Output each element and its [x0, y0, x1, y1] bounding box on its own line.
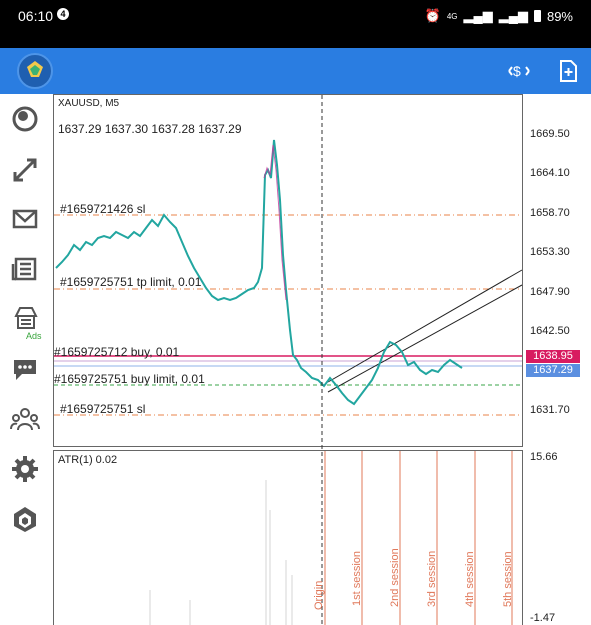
price-tick: 1631.70: [530, 404, 570, 416]
session-label-origin: Origin: [313, 580, 325, 610]
price-tick: 1653.30: [530, 246, 570, 258]
session-label-1: 1st session: [351, 550, 363, 606]
channel-upper: [327, 269, 523, 383]
bid-price-tag: 1637.29: [526, 364, 580, 377]
price-tick: 1647.90: [530, 286, 570, 298]
buy-price-tag: 1638.95: [526, 350, 580, 363]
atr-scale-top: 15.66: [530, 451, 558, 463]
price-tick: 1664.10: [530, 167, 570, 179]
order-label-sl-1[interactable]: #1659721426 sl: [60, 202, 145, 216]
ohlc-label: 1637.29 1637.30 1637.28 1637.29: [58, 122, 242, 136]
order-label-buy[interactable]: #1659725712 buy, 0.01: [54, 345, 179, 359]
session-label-2: 2nd session: [389, 548, 401, 607]
atr-label: ATR(1) 0.02: [58, 454, 118, 466]
session-label-3: 3rd session: [426, 550, 438, 607]
chart-drawing: [54, 95, 523, 625]
atr-bars: [149, 480, 293, 625]
price-tick: 1658.70: [530, 207, 570, 219]
atr-scale-bottom: -1.47: [530, 612, 556, 624]
order-label-sl-2[interactable]: #1659725751 sl: [60, 402, 145, 416]
order-label-tp-limit[interactable]: #1659725751 tp limit, 0.01: [60, 275, 201, 289]
symbol-timeframe-label: XAUUSD, M5: [58, 98, 120, 109]
session-label-5: 5th session: [502, 551, 514, 607]
price-tick: 1669.50: [530, 128, 570, 140]
session-label-4: 4th session: [464, 551, 476, 607]
order-label-buy-limit[interactable]: #1659725751 buy limit, 0.01: [54, 372, 205, 386]
price-tick: 1642.50: [530, 325, 570, 337]
price-series: [55, 139, 463, 406]
channel-lower: [327, 284, 523, 393]
